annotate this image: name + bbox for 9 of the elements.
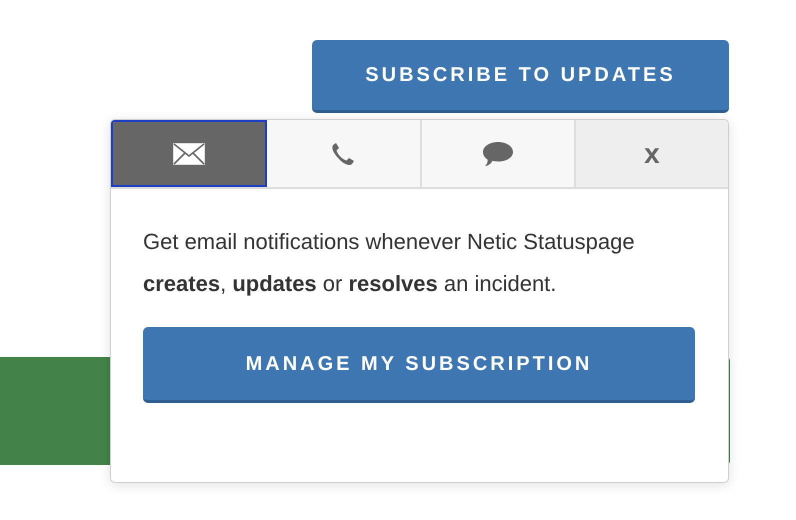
close-tab[interactable]: x bbox=[576, 120, 728, 187]
subscribe-button[interactable]: SUBSCRIBE TO UPDATES bbox=[312, 40, 729, 113]
manage-subscription-button[interactable]: MANAGE MY SUBSCRIPTION bbox=[143, 327, 695, 403]
email-tab[interactable] bbox=[111, 120, 268, 187]
envelope-icon bbox=[173, 142, 206, 164]
description-text: Get email notifications whenever Netic Statuspage creates, updates or resolves an incident. bbox=[143, 228, 636, 298]
phone-icon bbox=[330, 140, 356, 166]
chat-tab[interactable] bbox=[422, 120, 576, 187]
speech-bubble-icon bbox=[482, 140, 514, 166]
